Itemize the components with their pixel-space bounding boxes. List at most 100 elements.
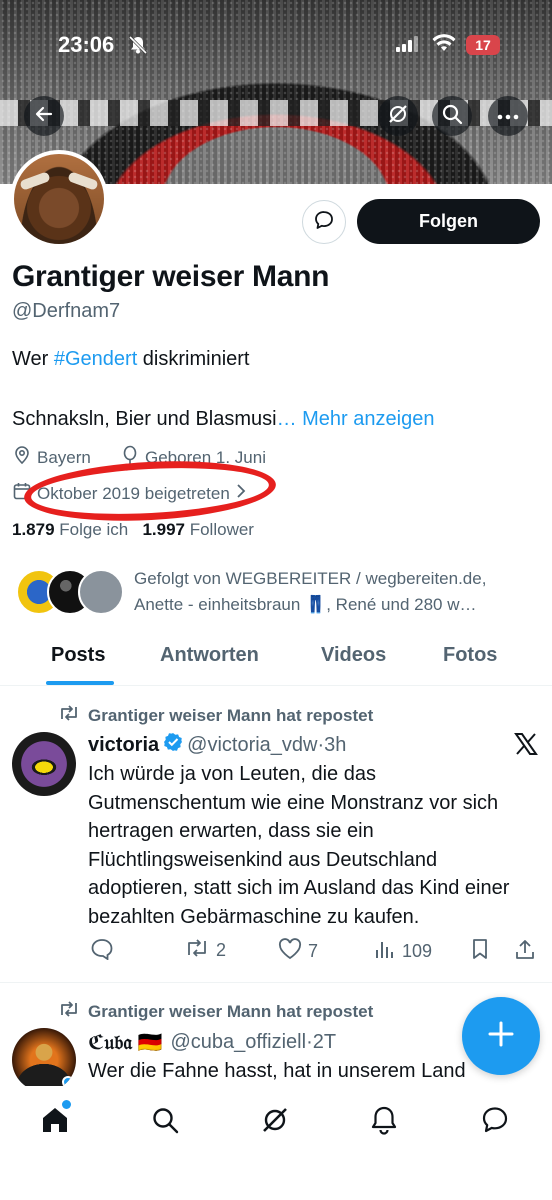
message-icon	[480, 1105, 510, 1140]
followed-by-line1: Gefolgt von WEGBEREITER / wegbereiten.de…	[134, 569, 487, 588]
views-count: 109	[402, 941, 433, 961]
nav-messages[interactable]	[477, 1104, 513, 1140]
profile-bio-line2: Schnaksln, Bier und Blasmusi… Mehr anzei…	[12, 408, 434, 431]
follow-button[interactable]: Folgen	[357, 199, 540, 244]
message-button[interactable]	[302, 200, 346, 244]
views-icon	[374, 938, 402, 965]
more-icon	[497, 107, 519, 125]
profile-display-name: Grantiger weiser Mann	[12, 260, 330, 293]
bottom-navigation	[0, 1086, 552, 1200]
active-tab-indicator	[46, 681, 114, 685]
like-count: 7	[308, 941, 319, 961]
status-time: 23:06	[58, 32, 115, 57]
repost-count: 2	[216, 940, 227, 960]
followers-count: 1.997	[142, 520, 185, 539]
profile-tabs: Posts Antworten Videos Fotos	[0, 636, 552, 686]
views-button[interactable]: 109	[374, 938, 432, 965]
notifications-icon	[370, 1105, 398, 1140]
reply-icon	[90, 938, 120, 965]
repost-label: Grantiger weiser Mann hat repostet	[88, 705, 374, 725]
nav-home[interactable]	[37, 1104, 73, 1140]
location-text: Bayern	[37, 447, 91, 467]
wifi-icon	[432, 34, 456, 57]
repost-icon	[58, 704, 88, 727]
avatar-horn-left	[19, 171, 51, 191]
post-text-2[interactable]: Wer die Fahne hasst, hat in unserem Land	[88, 1057, 528, 1086]
following-label: Folge ich	[59, 520, 129, 539]
avatar-horn-right	[67, 171, 99, 191]
message-icon	[313, 209, 335, 236]
share-button[interactable]	[514, 938, 542, 965]
tab-replies[interactable]: Antworten	[160, 644, 259, 667]
signal-icon	[396, 36, 418, 57]
repost-context[interactable]: Grantiger weiser Mann hat repostet	[58, 704, 373, 727]
followed-by-line2: Anette - einheitsbraun 👖, René und 280 w…	[134, 595, 477, 614]
profile-bio-line1: Wer #Gendert diskriminiert	[12, 348, 250, 371]
search-icon	[151, 1106, 179, 1139]
bio-hashtag-link[interactable]: #Gendert	[54, 348, 137, 370]
reply-button[interactable]	[90, 938, 120, 965]
post-header-2: ℭ𝔲𝔟𝔞 🇩🇪 @cuba_offiziell · 2T	[88, 1030, 336, 1055]
followers-label: Follower	[189, 520, 254, 539]
silent-bell-icon	[128, 35, 148, 60]
post-header: victoria @victoria_vdw · 3h	[88, 732, 346, 758]
back-arrow-icon	[34, 104, 54, 129]
battery-indicator: 17	[466, 35, 500, 55]
post-author-name-2[interactable]: ℭ𝔲𝔟𝔞 🇩🇪	[88, 1030, 163, 1055]
post-separator-dot-2: ·	[306, 1031, 313, 1053]
post-author-handle-2[interactable]: @cuba_offiziell	[171, 1031, 307, 1054]
profile-avatar[interactable]	[10, 150, 108, 248]
like-button[interactable]: 7	[278, 938, 318, 965]
followed-by-text[interactable]: Gefolgt von WEGBEREITER / wegbereiten.de…	[134, 566, 538, 618]
tab-videos[interactable]: Videos	[321, 644, 386, 667]
tab-photos[interactable]: Fotos	[443, 644, 497, 667]
grok-button[interactable]	[378, 96, 418, 136]
x-logo-icon	[514, 732, 538, 761]
post-separator-dot: ·	[317, 733, 325, 756]
nav-search[interactable]	[147, 1104, 183, 1140]
follower-avatar-3[interactable]	[78, 569, 124, 615]
compose-button[interactable]	[462, 997, 540, 1075]
verified-icon	[163, 732, 183, 758]
bio-text-after: diskriminiert	[137, 348, 250, 370]
post-author-avatar[interactable]	[12, 732, 76, 796]
status-bar: 23:06 17	[0, 30, 552, 60]
repost-context-2[interactable]: Grantiger weiser Mann hat repostet	[58, 1000, 373, 1023]
post-author-handle[interactable]: @victoria_vdw	[187, 734, 317, 757]
following-link[interactable]: 1.879 Folge ich	[12, 520, 128, 539]
post-time-2[interactable]: 2T	[313, 1031, 336, 1054]
post-time[interactable]: 3h	[324, 734, 346, 757]
profile-handle: @Derfnam7	[12, 300, 121, 322]
post-author-name[interactable]: victoria	[88, 734, 159, 757]
tab-posts[interactable]: Posts	[51, 644, 105, 667]
home-icon	[40, 1105, 70, 1140]
more-button[interactable]	[488, 96, 528, 136]
repost-label-2: Grantiger weiser Mann hat repostet	[88, 1001, 374, 1021]
bookmark-icon	[470, 938, 496, 965]
repost-icon	[58, 1000, 88, 1023]
following-count: 1.879	[12, 520, 55, 539]
location-pin-icon	[12, 445, 37, 470]
bio-text-before: Wer	[12, 348, 54, 370]
bio-text-line2: Schnaksln, Bier und Blasmusi	[12, 408, 277, 430]
nav-grok[interactable]	[257, 1104, 293, 1140]
post-text[interactable]: Ich würde ja von Leuten, die das Gutmens…	[88, 760, 528, 931]
back-button[interactable]	[24, 96, 64, 136]
nav-notifications[interactable]	[366, 1104, 402, 1140]
repost-action-icon	[184, 938, 216, 963]
bookmark-button[interactable]	[470, 938, 496, 965]
post-divider	[0, 982, 552, 983]
home-notification-dot	[62, 1100, 71, 1109]
share-icon	[514, 938, 542, 965]
post-author-avatar-2[interactable]	[12, 1028, 76, 1092]
followers-link[interactable]: 1.997 Follower	[142, 520, 254, 539]
plus-icon	[487, 1020, 515, 1053]
repost-button[interactable]: 2	[184, 938, 226, 963]
search-button[interactable]	[432, 96, 472, 136]
grok-icon	[260, 1105, 290, 1140]
show-more-link[interactable]: … Mehr anzeigen	[277, 408, 435, 430]
post-actions: 2 7 109	[88, 938, 538, 966]
grok-icon	[387, 103, 409, 130]
profile-location: Bayern	[12, 445, 91, 470]
search-icon	[441, 103, 463, 130]
